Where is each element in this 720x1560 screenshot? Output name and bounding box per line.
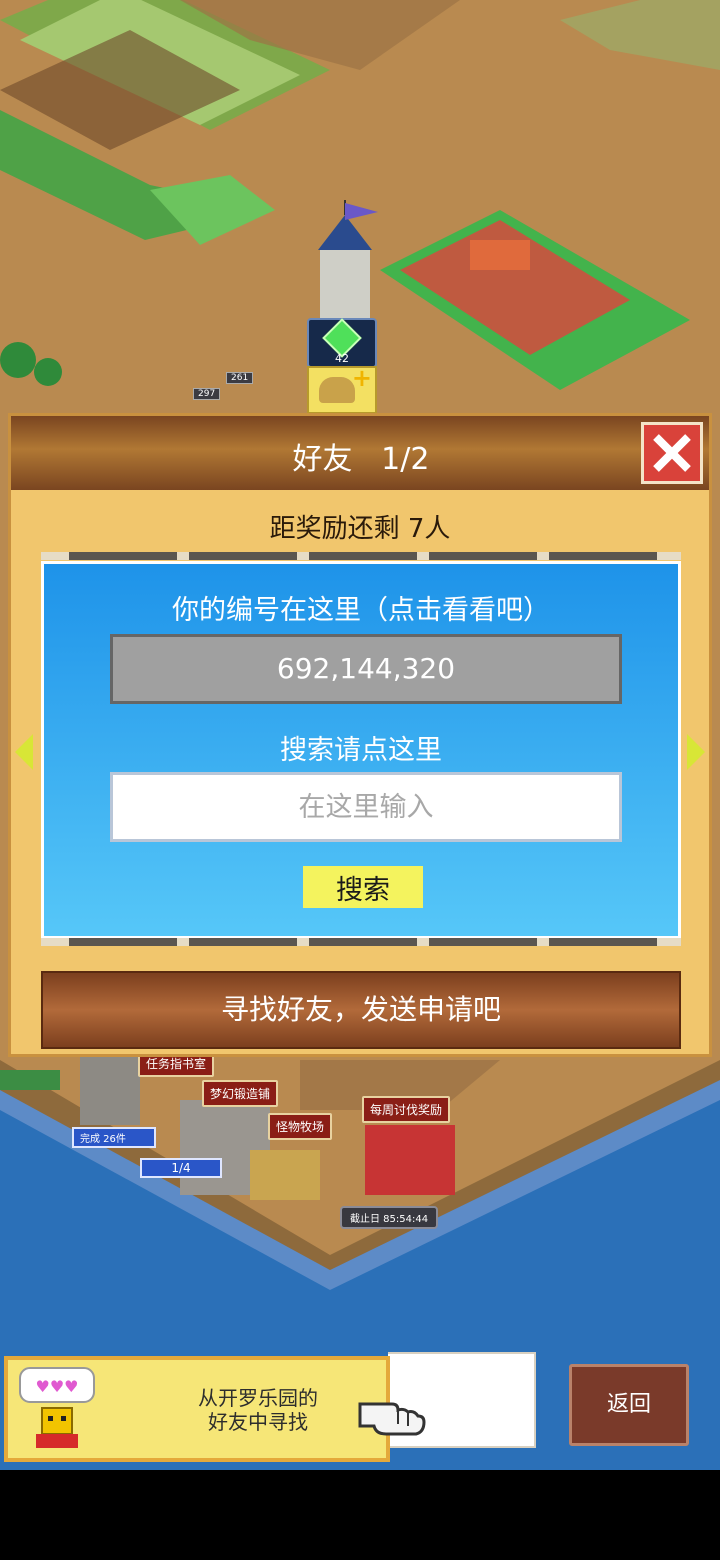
svg-text:♥♥♥: ♥♥♥ [35,1377,78,1396]
friends-dialog: 好友 1/2 距奖励还剩 7人 你的编号在这里（点击看看吧） 692,144,3… [8,413,712,1057]
back-button[interactable]: 返回 [569,1364,689,1446]
page-strip-top [41,552,681,560]
kairo-mascot-icon: ♥♥♥ [19,1367,95,1448]
arrow-left-icon[interactable] [15,734,33,770]
gem-counter[interactable]: 42 [307,318,377,368]
world-tag-left: 297 [193,388,221,400]
friend-add-button[interactable]: + [307,364,377,414]
building-sign-ranch[interactable]: 怪物牧场 [268,1113,333,1140]
deadline-badge: 截止日 85:54:44 [340,1206,439,1229]
search-input[interactable] [110,772,622,842]
friend-add-icon [319,377,355,403]
arrow-right-icon[interactable] [687,734,705,770]
kairo-text-line1: 从开罗乐园的 [198,1386,318,1410]
my-id-label: 你的编号在这里（点击看看吧） [172,595,550,626]
complete-badge: 完成 26件 [72,1127,156,1148]
friend-id-panel: 你的编号在这里（点击看看吧） 692,144,320 搜索请点这里 搜索 [41,561,681,939]
plus-icon: + [351,364,372,392]
dialog-title: 好友 1/2 [292,442,430,477]
search-label: 搜索请点这里 [280,735,442,766]
pointing-hand-icon [358,1402,426,1436]
kairo-friends-text: 从开罗乐园的 好友中寻找 [158,1386,358,1434]
kairo-friends-button[interactable]: ♥♥♥ 从开罗乐园的 好友中寻找 [4,1356,390,1462]
building-sign-weekly[interactable]: 每周讨伐奖励 [362,1096,451,1123]
page-strip-bottom [41,938,681,946]
kairo-text-line2: 好友中寻找 [208,1410,308,1434]
search-button[interactable]: 搜索 [303,866,423,908]
reward-remaining-text: 距奖励还剩 7人 [269,514,451,544]
building-sign-forge[interactable]: 梦幻锻造铺 [202,1080,279,1107]
progress-badge: 1/4 [140,1158,222,1178]
close-button[interactable] [641,422,703,484]
my-id-box[interactable]: 692,144,320 [110,634,622,704]
find-friends-button[interactable]: 寻找好友，发送申请吧 [41,971,681,1049]
close-icon [653,434,691,472]
world-tag-mid: 261 [226,372,254,384]
